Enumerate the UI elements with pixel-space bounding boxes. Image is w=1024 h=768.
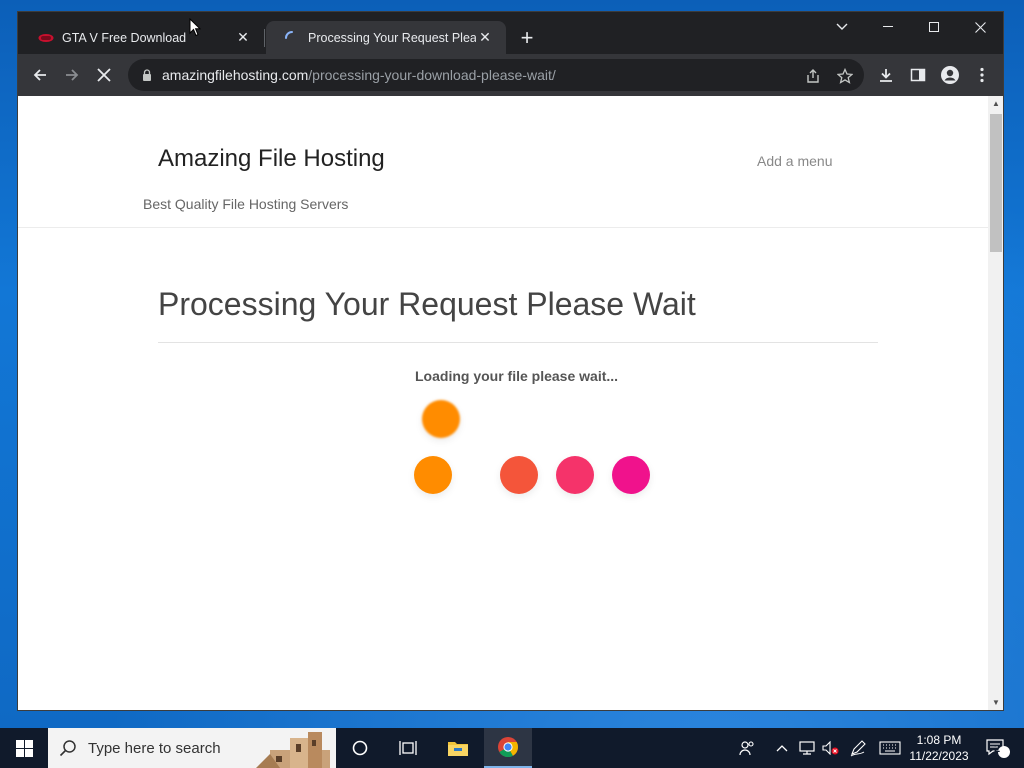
url-domain: amazingfilehosting.com [162,67,309,83]
loader-dot [414,456,452,494]
action-center-icon[interactable]: 2 [978,728,1018,768]
scrollbar-thumb[interactable] [990,114,1002,252]
tab-gta-download[interactable]: GTA V Free Download ✕ [20,21,264,54]
browser-window: GTA V Free Download ✕ Processing Your Re… [17,11,1004,711]
site-tagline: Best Quality File Hosting Servers [143,196,349,212]
loading-message: Loading your file please wait... [415,368,619,384]
header-divider [18,227,988,228]
rockstar-red-icon [38,30,54,46]
more-menu-icon[interactable] [968,61,996,89]
loading-spinner-icon [284,30,300,46]
tab-title: Processing Your Request Please [308,30,476,45]
loader-dot [500,456,538,494]
people-icon[interactable] [734,728,760,768]
close-window-button[interactable] [957,12,1003,42]
vertical-scrollbar[interactable]: ▲ ▼ [988,96,1003,710]
loader-dot [612,456,650,494]
profile-avatar-icon[interactable] [936,61,964,89]
mouse-cursor-icon [189,18,201,37]
minimize-button[interactable] [865,12,911,42]
back-arrow-icon[interactable] [26,61,54,89]
notification-count-badge: 2 [993,743,1001,755]
site-title[interactable]: Amazing File Hosting [158,145,385,173]
side-panel-icon[interactable] [904,61,932,89]
clock-date: 11/22/2023 [909,749,969,763]
tab-title: GTA V Free Download [62,30,187,45]
loader-dot [422,400,460,438]
search-placeholder: Type here to search [88,739,221,757]
cortana-icon[interactable] [340,728,380,768]
share-icon[interactable] [802,65,824,87]
volume-muted-icon[interactable] [820,728,842,768]
page-viewport: Amazing File Hosting Add a menu Best Qua… [18,96,988,710]
touch-keyboard-icon[interactable] [876,728,904,768]
browser-toolbar: amazingfilehosting.com/processing-your-d… [18,54,1003,96]
windows-taskbar: Type here to search 1:08 PM 11/22/2023 2 [0,728,1024,768]
download-icon[interactable] [872,61,900,89]
pen-workspace-icon[interactable] [846,728,870,768]
search-highlight-illustration [256,732,330,768]
system-clock[interactable]: 1:08 PM 11/22/2023 [904,728,974,768]
scroll-up-icon[interactable]: ▲ [988,96,1003,112]
close-tab-icon[interactable]: ✕ [476,29,494,47]
close-tab-icon[interactable]: ✕ [234,29,252,47]
title-divider [158,342,878,343]
file-explorer-icon[interactable] [436,728,480,768]
tab-strip: GTA V Free Download ✕ Processing Your Re… [18,12,1003,54]
stop-loading-icon[interactable] [90,61,118,89]
task-view-icon[interactable] [388,728,428,768]
scroll-down-icon[interactable]: ▼ [988,695,1003,710]
loader-dot [556,456,594,494]
forward-arrow-icon[interactable] [58,61,86,89]
show-hidden-icons-chevron-icon[interactable] [772,728,792,768]
url-path: /processing-your-download-please-wait/ [308,67,556,83]
tab-processing-request[interactable]: Processing Your Request Please ✕ [266,21,506,54]
bookmark-star-icon[interactable] [834,65,856,87]
add-menu-link[interactable]: Add a menu [757,153,833,169]
search-icon [48,728,88,768]
windows-start-icon[interactable] [0,728,48,768]
new-tab-button[interactable]: + [515,27,539,51]
page-title: Processing Your Request Please Wait [158,286,696,322]
tab-divider [264,29,265,47]
maximize-button[interactable] [911,12,957,42]
clock-time: 1:08 PM [916,733,962,747]
taskbar-search-box[interactable]: Type here to search [48,728,336,768]
address-bar[interactable]: amazingfilehosting.com/processing-your-d… [128,59,864,91]
chrome-taskbar-icon[interactable] [484,728,532,768]
lock-icon[interactable] [140,68,154,82]
network-icon[interactable] [796,728,818,768]
tab-search-chevron-icon[interactable] [819,12,865,42]
